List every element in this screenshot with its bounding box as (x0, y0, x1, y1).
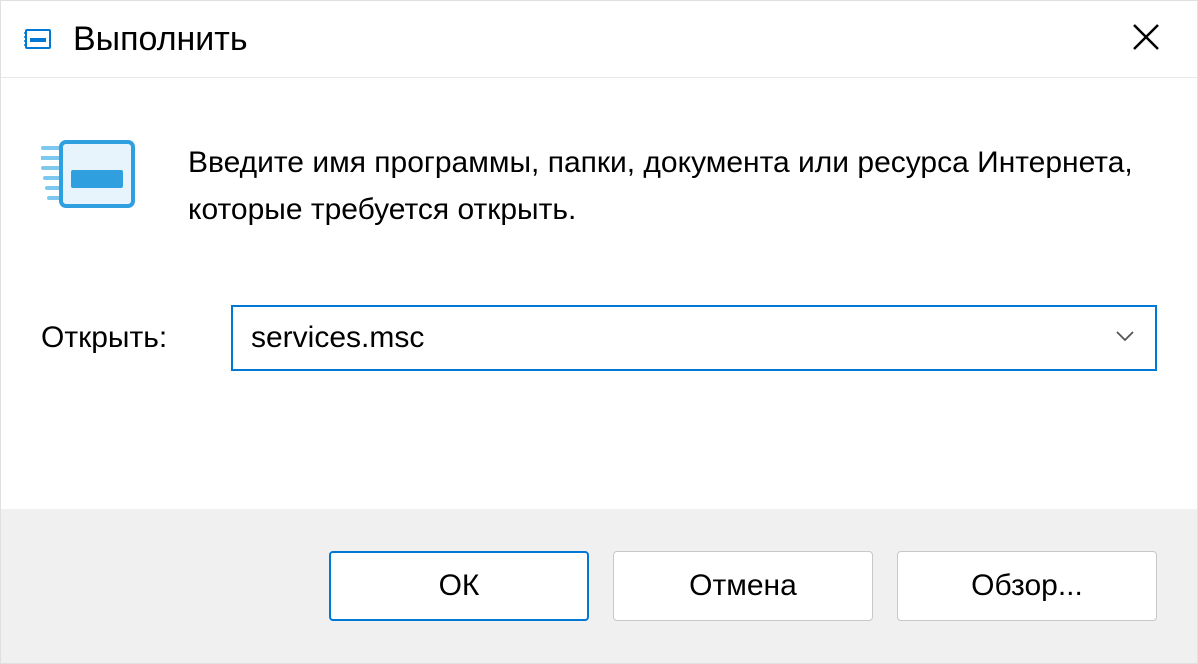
ok-button[interactable]: ОК (329, 551, 589, 621)
open-input[interactable] (231, 305, 1157, 371)
dialog-title: Выполнить (73, 20, 1117, 59)
close-icon (1131, 22, 1161, 52)
titlebar: Выполнить (1, 1, 1197, 78)
run-dialog: Выполнить Введите имя программы, папки, … (0, 0, 1198, 664)
run-small-icon (23, 23, 55, 55)
input-row: Открыть: (41, 305, 1157, 371)
dialog-footer: ОК Отмена Обзор... (1, 509, 1197, 663)
open-combobox[interactable] (231, 305, 1157, 371)
description-text: Введите имя программы, папки, документа … (188, 138, 1157, 233)
close-button[interactable] (1117, 19, 1175, 59)
run-large-icon (41, 138, 136, 210)
description-row: Введите имя программы, папки, документа … (41, 138, 1157, 233)
cancel-button[interactable]: Отмена (613, 551, 873, 621)
open-label: Открыть: (41, 321, 191, 355)
dialog-content: Введите имя программы, папки, документа … (1, 78, 1197, 509)
browse-button[interactable]: Обзор... (897, 551, 1157, 621)
